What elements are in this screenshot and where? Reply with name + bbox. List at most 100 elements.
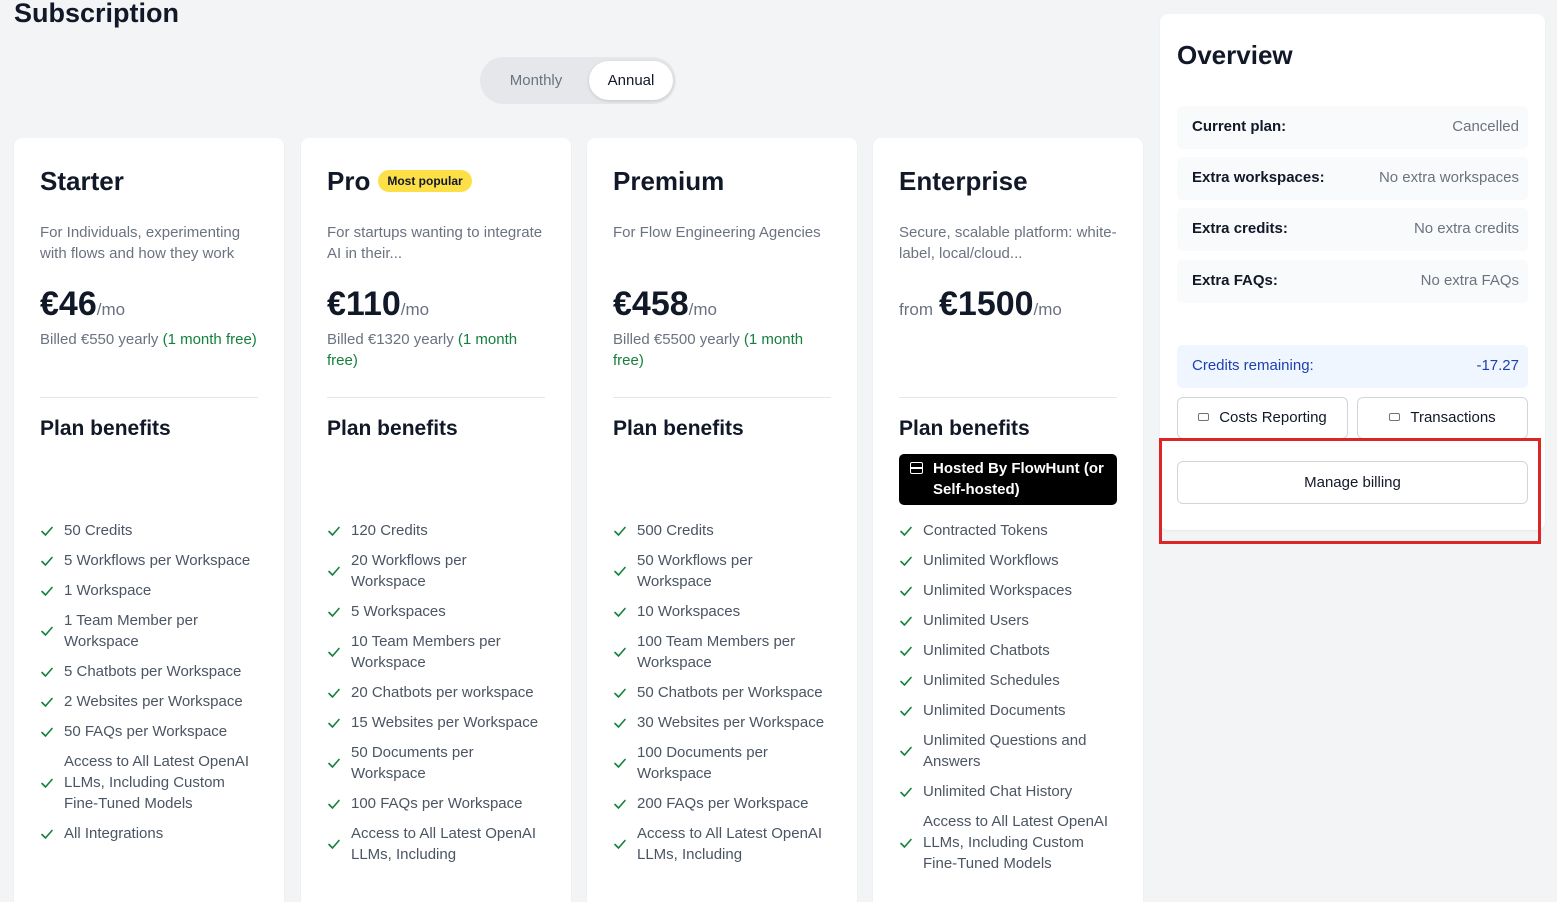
feature-item: Unlimited Chatbots [899,640,1117,661]
billed-note: Billed €5500 yearly (1 month free) [613,329,831,371]
row-value: No extra FAQs [1420,272,1519,289]
feature-item: 1 Team Member per Workspace [40,610,258,652]
price-amount: €110 [327,285,401,323]
check-icon [328,839,340,849]
feature-label: Unlimited Questions and Answers [923,732,1087,770]
divider [327,397,545,398]
page-title: Subscription [14,0,180,28]
feature-label: 20 Workflows per Workspace [351,552,467,590]
feature-item: 20 Chatbots per workspace [327,682,545,703]
feature-label: 5 Workspaces [351,603,446,620]
server-icon [910,462,923,474]
price-period: /mo [1033,300,1062,319]
billed-text: Billed €5500 yearly [613,331,744,348]
billed-note: Billed €1320 yearly (1 month free) [327,329,545,371]
feature-item: All Integrations [40,823,258,844]
plan-benefits-title: Plan benefits [899,417,1030,440]
price-period: /mo [400,300,430,319]
manage-billing-button[interactable]: Manage billing [1177,461,1528,504]
plan-benefits-title: Plan benefits [40,417,171,440]
extra-faqs-row: Extra FAQs: No extra FAQs [1177,260,1528,303]
feature-label: Unlimited Chatbots [923,642,1050,659]
transactions-icon [1389,413,1401,421]
feature-list: 50 Credits 5 Workflows per Workspace 1 Wor… [40,520,258,853]
feature-label: Access to All Latest OpenAI LLMs, Includ… [923,813,1109,872]
check-icon [900,526,912,536]
feature-label: 2 Websites per Workspace [64,693,243,710]
check-icon [328,799,340,809]
plan-price: from €1500/mo [899,285,1062,324]
check-icon [328,566,340,576]
feature-item: 30 Websites per Workspace [613,712,831,733]
feature-item: 50 Chatbots per Workspace [613,682,831,703]
row-label: Credits remaining: [1192,357,1314,374]
feature-item: 1 Workspace [40,580,258,601]
plan-price: €458/mo [613,285,717,324]
feature-item: Unlimited Workspaces [899,580,1117,601]
plan-benefits-title: Plan benefits [327,417,458,440]
feature-item: Unlimited Users [899,610,1117,631]
plan-card-enterprise: Enterprise Secure, scalable platform: wh… [873,138,1143,902]
feature-label: 50 Chatbots per Workspace [637,684,823,701]
check-icon [41,829,53,839]
check-icon [41,526,53,536]
current-plan-row: Current plan: Cancelled [1177,106,1528,149]
feature-item: 5 Chatbots per Workspace [40,661,258,682]
feature-item: 50 Documents per Workspace [327,742,545,784]
feature-label: 50 Documents per Workspace [351,744,474,782]
feature-label: 100 Documents per Workspace [637,744,768,782]
price-amount: €458 [613,285,689,323]
feature-list: 500 Credits 50 Workflows per Workspace 10 … [613,520,831,874]
feature-label: 50 Workflows per Workspace [637,552,753,590]
plan-price: €110/mo [327,285,429,324]
check-icon [41,667,53,677]
feature-item: Unlimited Workflows [899,550,1117,571]
hosted-badge: Hosted By FlowHunt (or Self-hosted) [899,454,1117,505]
check-icon [614,526,626,536]
check-icon [614,607,626,617]
plan-description: For Individuals, experimenting with flow… [40,224,241,262]
free-month-note: (1 month free) [162,331,257,348]
check-icon [41,778,53,788]
feature-label: 120 Credits [351,522,428,539]
feature-item: 100 FAQs per Workspace [327,793,545,814]
report-icon [1198,413,1210,421]
check-icon [900,646,912,656]
plan-description: Secure, scalable platform: white-label, … [899,224,1117,262]
costs-reporting-button[interactable]: Costs Reporting [1177,397,1348,439]
feature-list: Contracted Tokens Unlimited Workflows Unli… [899,520,1117,883]
check-icon [328,526,340,536]
row-value: No extra workspaces [1378,169,1519,186]
check-icon [328,647,340,657]
feature-label: 1 Workspace [64,582,152,599]
feature-item: 20 Workflows per Workspace [327,550,545,592]
row-value: No extra credits [1413,220,1519,237]
feature-item: Access to All Latest OpenAI LLMs, Includ… [613,823,831,865]
plan-name: Starter [40,166,124,196]
row-value: -17.27 [1476,357,1519,374]
feature-label: 50 FAQs per Workspace [64,723,228,740]
check-icon [614,799,626,809]
divider [899,397,1117,398]
feature-item: 5 Workflows per Workspace [40,550,258,571]
monthly-option[interactable]: Monthly [486,61,586,100]
feature-item: 100 Team Members per Workspace [613,631,831,673]
row-value: Cancelled [1452,118,1519,135]
check-icon [614,688,626,698]
billed-note: Billed €550 yearly (1 month free) [40,329,258,350]
annual-option[interactable]: Annual [589,61,673,100]
check-icon [328,758,340,768]
extra-workspaces-row: Extra workspaces: No extra workspaces [1177,157,1528,200]
feature-label: Access to All Latest OpenAI LLMs, Includ… [351,825,537,863]
feature-label: Unlimited Chat History [923,783,1073,800]
check-icon [614,839,626,849]
feature-label: Access to All Latest OpenAI LLMs, Includ… [64,753,250,812]
row-label: Extra workspaces: [1192,169,1325,186]
overview-panel: Overview Current plan: Cancelled Extra wo… [1160,14,1545,530]
feature-label: 100 FAQs per Workspace [351,795,523,812]
check-icon [900,787,912,797]
transactions-button[interactable]: Transactions [1357,397,1528,439]
feature-list: 120 Credits 20 Workflows per Workspace 5 W… [327,520,545,874]
feature-label: 30 Websites per Workspace [637,714,825,731]
check-icon [900,838,912,848]
